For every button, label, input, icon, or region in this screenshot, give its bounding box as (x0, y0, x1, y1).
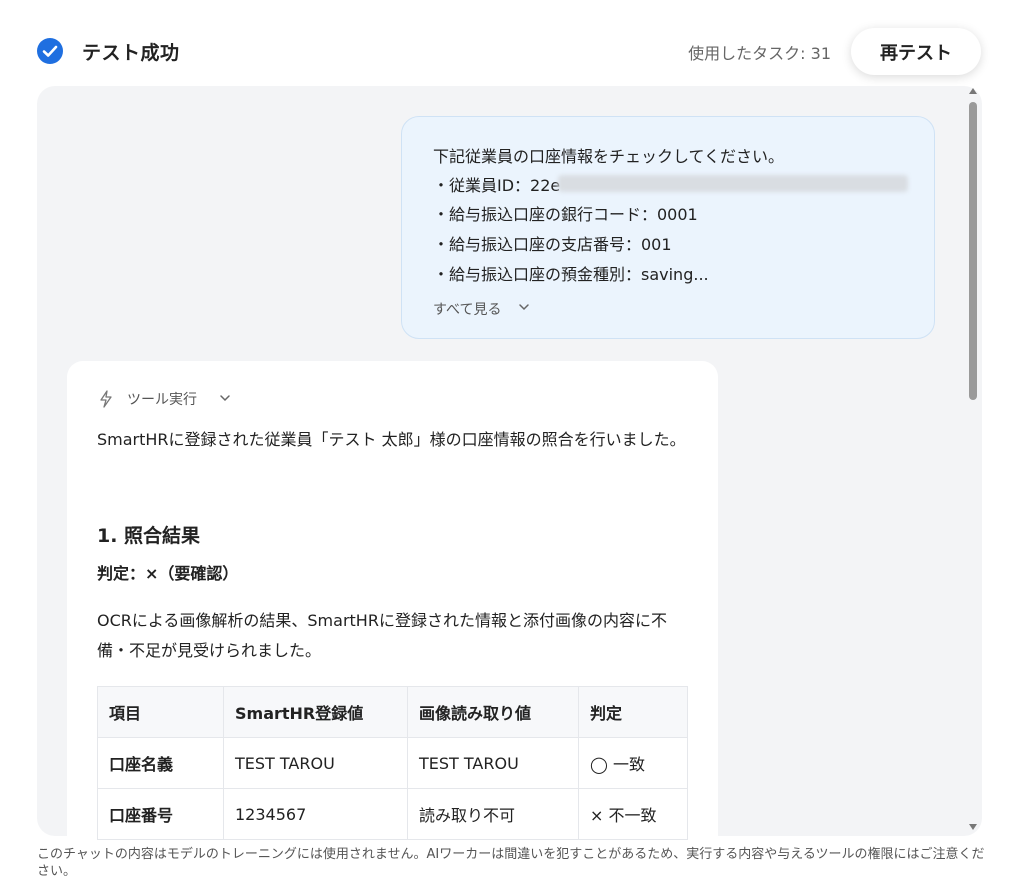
lightning-icon (100, 390, 112, 408)
table-header-row: 項目 SmartHR登録値 画像読み取り値 判定 (97, 686, 688, 738)
ai-intro-text: SmartHRに登録された従業員「テスト 太郎」様の口座情報の照合を行いました。 (97, 430, 686, 449)
table-cell: TEST TAROU (407, 737, 579, 789)
redacted-employee-id (558, 175, 908, 192)
column-header: SmartHR登録値 (223, 686, 408, 738)
table-cell: TEST TAROU (223, 737, 408, 789)
chevron-down-icon[interactable] (518, 301, 530, 313)
table-cell: 口座名義 (97, 737, 224, 789)
table-cell: 1234567 (223, 788, 408, 840)
header: テスト成功 使用したタスク: 31 再テスト (0, 0, 1031, 86)
table-cell: ◯ 一致 (578, 737, 688, 789)
user-message-bubble: 下記従業員の口座情報をチェックしてください。 ・従業員ID：22e ・給与振込口… (401, 116, 935, 339)
table-row: 口座番号 1234567 読み取り不可 × 不一致 (97, 788, 688, 840)
chevron-down-icon[interactable] (219, 392, 231, 404)
column-header: 画像読み取り値 (407, 686, 579, 738)
column-header: 項目 (97, 686, 224, 738)
tasks-used-count: 使用したタスク: 31 (688, 44, 831, 63)
table-cell: × 不一致 (578, 788, 688, 840)
scroll-up-arrow-icon[interactable] (969, 88, 977, 94)
retest-button[interactable]: 再テスト (851, 28, 981, 75)
verdict-text: 判定：×（要確認） (97, 564, 239, 583)
user-message-line: 下記従業員の口座情報をチェックしてください。 (433, 147, 785, 166)
table-cell: 読み取り不可 (407, 788, 579, 840)
user-message-line: ・給与振込口座の銀行コード：0001 (433, 205, 698, 224)
user-message-line: ・従業員ID：22e (433, 176, 561, 195)
comparison-table: 項目 SmartHR登録値 画像読み取り値 判定 口座名義 TEST TAROU… (97, 686, 688, 840)
check-circle-icon (37, 38, 63, 64)
summary-text: OCRによる画像解析の結果、SmartHRに登録された情報と添付画像の内容に不備… (97, 611, 667, 660)
table-row: 口座名義 TEST TAROU TEST TAROU ◯ 一致 (97, 737, 688, 789)
status-title: テスト成功 (82, 42, 180, 64)
tool-execution-label: ツール実行 (127, 392, 197, 408)
scrollbar[interactable] (966, 86, 980, 836)
column-header: 判定 (578, 686, 688, 738)
table-cell: 口座番号 (97, 788, 224, 840)
footer-disclaimer: このチャットの内容はモデルのトレーニングには使用されません。AIワーカーは間違い… (37, 847, 985, 879)
scroll-down-arrow-icon[interactable] (969, 824, 977, 830)
ai-message-card: ツール実行 SmartHRに登録された従業員「テスト 太郎」様の口座情報の照合を… (67, 361, 718, 881)
user-message-line: ・給与振込口座の支店番号：001 (433, 235, 672, 254)
scroll-thumb[interactable] (969, 102, 977, 400)
see-all-link[interactable]: すべて見る (433, 299, 501, 319)
user-message-line: ・給与振込口座の預金種別：saving... (433, 265, 709, 284)
section-heading: 1. 照合結果 (97, 525, 201, 547)
